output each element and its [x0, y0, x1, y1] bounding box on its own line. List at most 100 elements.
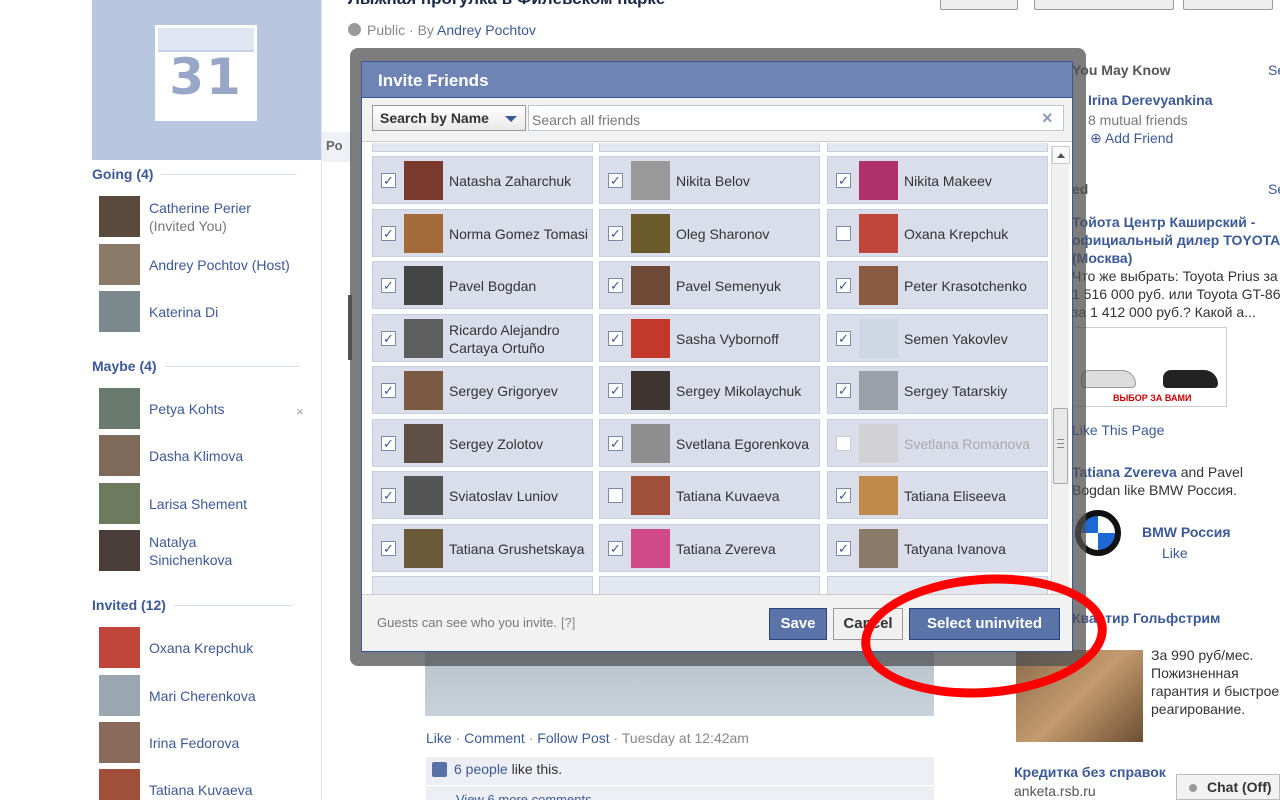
friend-cell[interactable]: Tatiana Kuvaeva	[599, 471, 820, 519]
friend-checkbox[interactable]: ✓	[608, 330, 623, 346]
guest-item[interactable]: Catherine Perier (Invited You)	[99, 196, 251, 237]
friend-cell[interactable]: ✓ Semen Yakovlev	[827, 313, 1048, 362]
help-link[interactable]: [?]	[561, 615, 575, 630]
friend-cell[interactable]: ✓ Sergey Zolotov	[372, 418, 593, 467]
friend-checkbox[interactable]: ✓	[836, 278, 851, 293]
friend-checkbox[interactable]: ✓	[608, 278, 623, 293]
friend-cell[interactable]: ✓ Natasha Zaharchuk	[372, 156, 593, 204]
search-by-dropdown[interactable]: Search by Name	[372, 105, 526, 131]
friend-cell[interactable]: Oxana Krepchuk	[827, 208, 1048, 257]
friend-cell[interactable]: ✓ Nikita Belov	[599, 156, 820, 204]
view-more-comments[interactable]: View 6 more comments	[426, 786, 934, 800]
friend-cell[interactable]: ✓ Tatyana Ivanova	[827, 523, 1048, 572]
friend-checkbox[interactable]: ✓	[608, 540, 623, 556]
avatar	[404, 213, 443, 253]
friend-cell[interactable]: ✓ Pavel Bogdan	[372, 261, 593, 309]
friend-name: Sergey Tatarskiy	[904, 383, 1008, 399]
friend-cell[interactable]: ✓ Pavel Semenyuk	[599, 261, 820, 309]
top-button-3[interactable]	[1183, 0, 1273, 10]
ad-body[interactable]: Что же выбрать: Toyota Prius за 1 516 00…	[1072, 267, 1280, 321]
guest-item[interactable]: Mari Cherenkova	[99, 675, 256, 716]
friend-cell[interactable]: ✓ Peter Krasotchenko	[827, 261, 1048, 309]
guest-item[interactable]: Larisa Shement	[99, 483, 247, 524]
bmw-page-link[interactable]: BMW Россия	[1142, 524, 1231, 540]
friend-checkbox[interactable]: ✓	[381, 278, 396, 293]
friend-cell[interactable]: ✓ Sasha Vybornoff	[599, 313, 820, 362]
friend-cell[interactable]: ✓ Oleg Sharonov	[599, 208, 820, 257]
top-button-1[interactable]	[940, 0, 1018, 10]
pymk-mutual[interactable]: 8 mutual friends	[1088, 111, 1188, 129]
guest-item[interactable]: Tatiana Kuvaeva	[99, 769, 253, 800]
friend-cell[interactable]: ✓ Sergey Grigoryev	[372, 366, 593, 414]
friend-checkbox[interactable]: ✓	[381, 225, 396, 241]
friend-cell[interactable]: ✓ Svetlana Egorenkova	[599, 418, 820, 467]
ad-image[interactable]: ВЫБОР ЗА ВАМИ	[1072, 327, 1227, 407]
friend-checkbox[interactable]: ✓	[608, 383, 623, 398]
cancel-button[interactable]: Cancel	[833, 608, 903, 640]
ad2-body[interactable]: За 990 руб/мес. Пожизненная гарантия и б…	[1151, 646, 1280, 718]
remove-icon[interactable]: ×	[296, 404, 304, 419]
friend-checkbox[interactable]: ✓	[608, 225, 623, 241]
friend-cell[interactable]: ✓ Tatiana Eliseeva	[827, 471, 1048, 519]
add-friend-link[interactable]: ⊕ Add Friend	[1090, 130, 1173, 147]
sponsored-see-all[interactable]: Se	[1268, 181, 1280, 197]
follow-post-link[interactable]: Follow Post	[537, 730, 609, 746]
friend-cell[interactable]: ✓ Tatiana Grushetskaya	[372, 523, 593, 572]
like-link[interactable]: Like	[426, 730, 452, 746]
post-tab[interactable]: Po	[322, 132, 352, 162]
maybe-section-title[interactable]: Maybe (4)	[92, 358, 300, 374]
guest-item[interactable]: Irina Fedorova	[99, 722, 239, 763]
friend-cell[interactable]: ✓ Norma Gomez Tomasi	[372, 208, 593, 257]
clear-icon[interactable]: ×	[1042, 108, 1053, 129]
friend-checkbox[interactable]: ✓	[381, 330, 396, 346]
friend-cell[interactable]: ✓ Tatiana Zvereva	[599, 523, 820, 572]
post-timestamp[interactable]: Tuesday at 12:42am	[622, 730, 749, 746]
friend-grid: ✓ Natasha Zaharchuk ✓ Nikita Belov ✓ Nikita M…	[362, 143, 1074, 596]
guest-item[interactable]: Petya Kohts	[99, 388, 225, 429]
bmw-like-link[interactable]: Like	[1162, 545, 1188, 561]
friend-checkbox[interactable]: ✓	[381, 488, 396, 503]
invited-section-title[interactable]: Invited (12)	[92, 597, 292, 613]
going-section-title[interactable]: Going (4)	[92, 166, 297, 182]
friend-cell[interactable]: ✓ Sergey Tatarskiy	[827, 366, 1048, 414]
friend-checkbox[interactable]	[608, 488, 623, 503]
host-link[interactable]: Andrey Pochtov	[437, 22, 536, 38]
comment-link[interactable]: Comment	[464, 730, 525, 746]
friend-checkbox[interactable]: ✓	[836, 488, 851, 503]
guest-item[interactable]: Katerina Di	[99, 291, 218, 332]
ad2-title[interactable]: Квартир Гольфстрим	[1072, 610, 1220, 626]
friend-cell[interactable]: ✓ Ricardo Alejandro Cartaya Ortuño	[372, 313, 593, 362]
scroll-thumb[interactable]	[1053, 408, 1068, 484]
chat-bar[interactable]: Chat (Off)	[1176, 774, 1280, 800]
friend-name: Svetlana Egorenkova	[676, 435, 810, 452]
scrollbar[interactable]	[1051, 146, 1070, 598]
friend-cell[interactable]: ✓ Nikita Makeev	[827, 156, 1048, 204]
friend-checkbox[interactable]: ✓	[836, 383, 851, 398]
ad3-url[interactable]: anketa.rsb.ru	[1014, 782, 1096, 800]
ad3-title[interactable]: Кредитка без справок	[1014, 764, 1166, 780]
friend-checkbox[interactable]: ✓	[608, 173, 623, 188]
pymk-name[interactable]: Irina Derevyankina	[1088, 92, 1213, 108]
friend-checkbox[interactable]	[836, 225, 851, 241]
friend-checkbox[interactable]: ✓	[381, 540, 396, 556]
save-button[interactable]: Save	[769, 608, 827, 640]
search-input[interactable]	[528, 105, 1064, 131]
top-button-2[interactable]	[1034, 0, 1174, 10]
friend-checkbox[interactable]: ✓	[836, 540, 851, 556]
friend-checkbox[interactable]: ✓	[381, 435, 396, 451]
guest-item[interactable]: Dasha Klimova	[99, 435, 243, 476]
friend-checkbox[interactable]: ✓	[608, 435, 623, 451]
friend-checkbox[interactable]: ✓	[836, 330, 851, 346]
friend-checkbox[interactable]: ✓	[381, 173, 396, 188]
guest-item[interactable]: Natalya Sinichenkova	[99, 530, 239, 571]
guest-item[interactable]: Oxana Krepchuk	[99, 627, 253, 668]
select-uninvited-button[interactable]: Select uninvited	[909, 608, 1060, 640]
friend-cell[interactable]: ✓ Sergey Mikolaychuk	[599, 366, 820, 414]
friend-cell[interactable]: ✓ Sviatoslav Luniov	[372, 471, 593, 519]
friend-checkbox[interactable]: ✓	[381, 383, 396, 398]
friend-checkbox[interactable]: ✓	[836, 173, 851, 188]
ad-title[interactable]: Тойота Центр Каширский - официальный дил…	[1072, 213, 1280, 267]
guest-item[interactable]: Andrey Pochtov (Host)	[99, 244, 290, 285]
scroll-up-arrow[interactable]	[1052, 146, 1070, 164]
pymk-see-all[interactable]: Se	[1268, 62, 1280, 78]
